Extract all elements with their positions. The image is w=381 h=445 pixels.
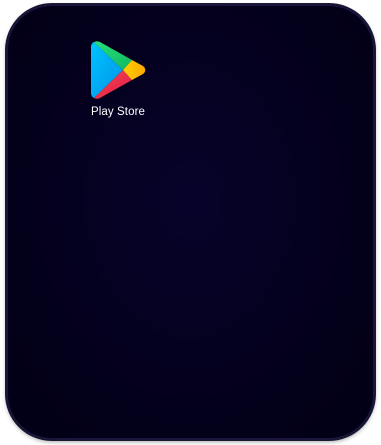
app-label-play-store: Play Store: [90, 106, 146, 118]
device-frame: Play Store: [6, 4, 375, 440]
home-screen: Play Store: [6, 4, 375, 440]
play-store-icon: [91, 41, 146, 99]
app-shortcut-play-store[interactable]: Play Store: [76, 38, 160, 118]
